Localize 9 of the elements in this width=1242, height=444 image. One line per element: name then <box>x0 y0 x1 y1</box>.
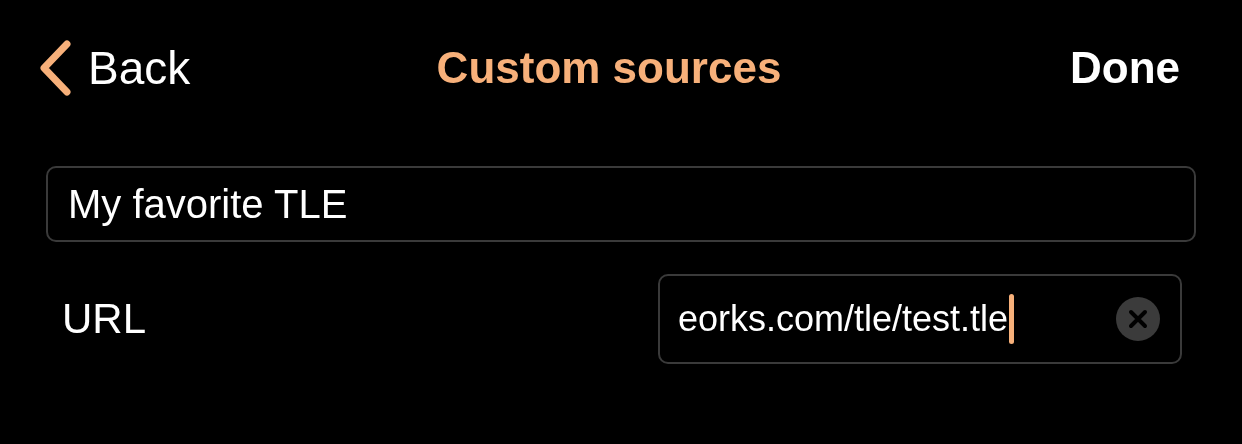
done-button[interactable]: Done <box>1070 43 1180 93</box>
url-field[interactable]: eorks.com/tle/test.tle <box>658 274 1182 364</box>
url-label: URL <box>62 295 147 343</box>
screen-title: Custom sources <box>436 43 782 93</box>
name-field[interactable]: My favorite TLE <box>46 166 1196 242</box>
back-button[interactable]: Back <box>38 39 191 97</box>
clear-button[interactable] <box>1116 297 1160 341</box>
close-icon <box>1128 309 1148 329</box>
chevron-left-icon <box>38 39 72 97</box>
